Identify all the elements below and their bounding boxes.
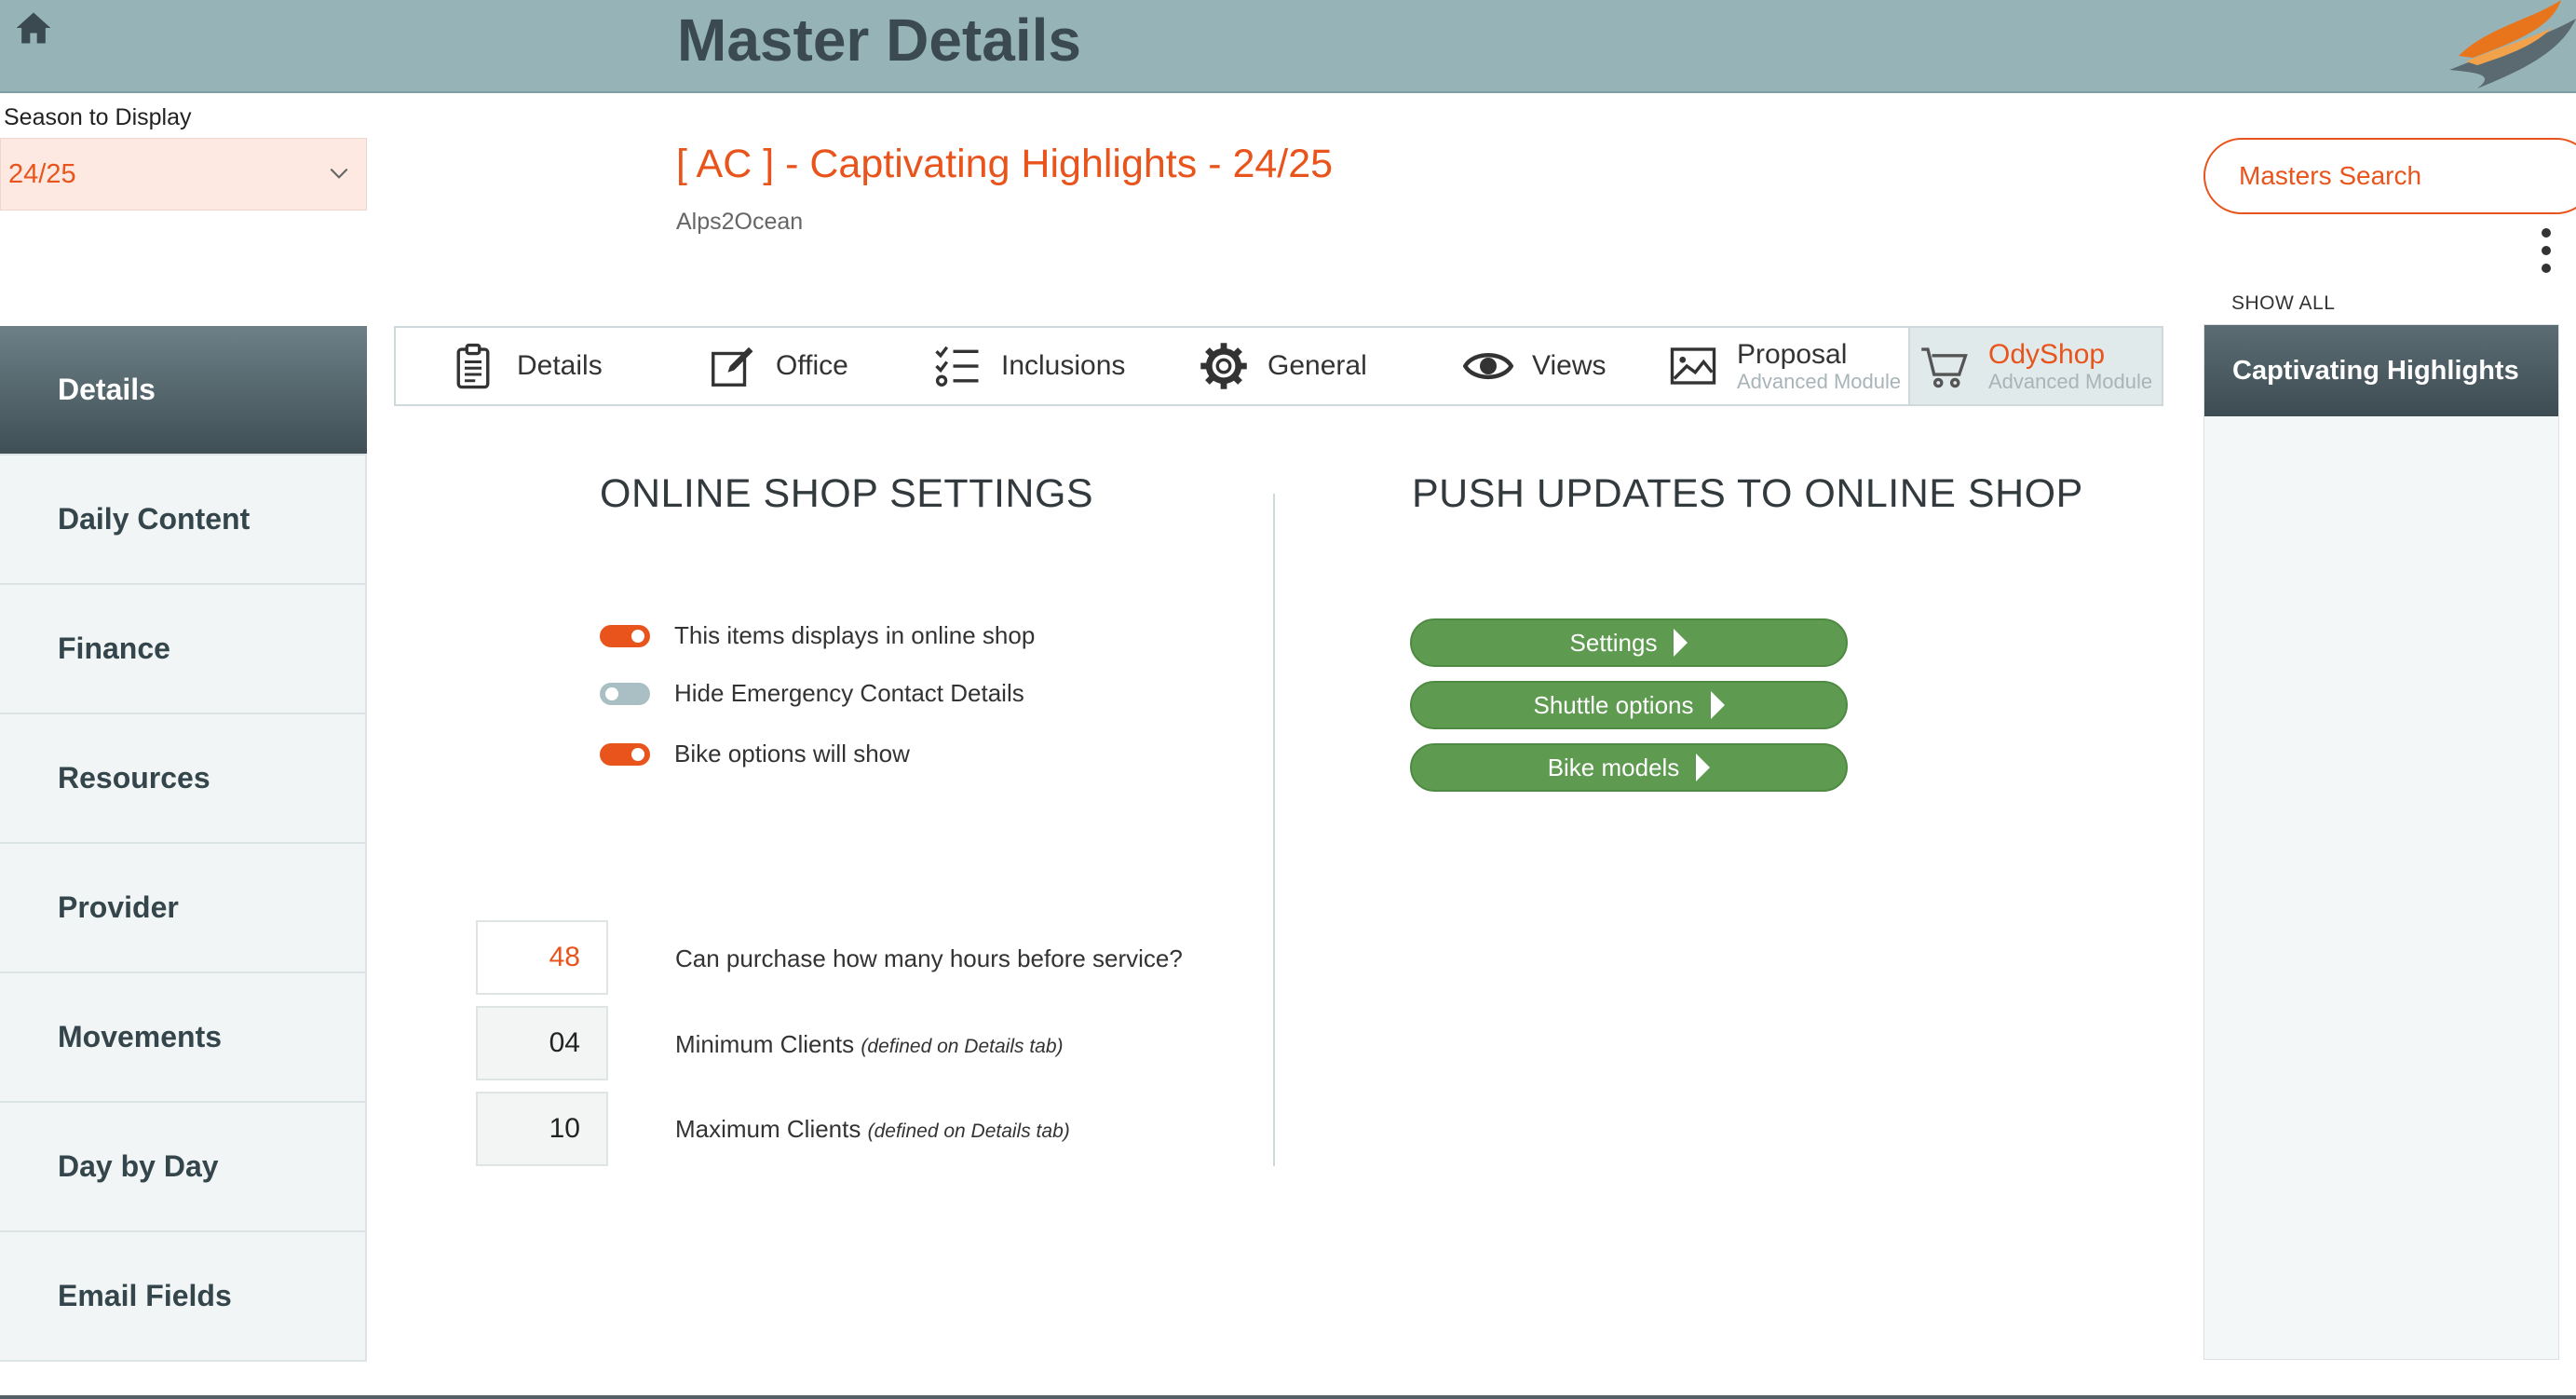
tab-label: Inclusions [1001,350,1126,381]
brand-logo-icon [2449,0,2576,88]
push-bike-models-button[interactable]: Bike models [1410,743,1848,792]
play-arrow-icon [1674,629,1688,657]
season-value: 24/25 [8,158,76,189]
image-icon [1670,347,1716,385]
tab-odyshop[interactable]: OdyShop Advanced Module [1908,328,2162,404]
clipboard-icon [456,343,490,389]
sidebar-item-movements[interactable]: Movements [0,973,367,1103]
toggle-label: This items displays in online shop [674,621,1036,649]
toggle-row-bike-options: Bike options will show [600,740,910,768]
tab-proposal[interactable]: Proposal Advanced Module [1668,328,1901,404]
record-title: [ AC ] - Captivating Highlights - 24/25 [676,142,1334,186]
toggle-row-display-in-shop: This items displays in online shop [600,621,1035,650]
push-shuttle-options-button[interactable]: Shuttle options [1410,681,1848,729]
tab-inclusions[interactable]: Inclusions [932,328,1125,404]
field-label: Maximum Clients [675,1115,861,1143]
masters-list: Captivating Highlights [2203,324,2559,1360]
tab-sublabel: Advanced Module [1737,370,1902,393]
more-options-icon[interactable] [2537,227,2556,274]
tab-sublabel: Advanced Module [1988,370,2153,393]
display-in-shop-toggle[interactable] [600,624,650,647]
push-updates-heading: PUSH UPDATES TO ONLINE SHOP [1412,471,2083,516]
button-label: Bike models [1547,753,1680,781]
tab-bar: Details Office Inclusions General Views … [394,326,2163,406]
minimum-clients-field: 04 [476,1006,608,1080]
play-arrow-icon [1696,754,1711,781]
tab-label: Details [517,350,603,381]
sidebar-nav: Details Daily Content Finance Resources … [0,326,367,1362]
sidebar-item-email-fields[interactable]: Email Fields [0,1232,367,1362]
page-title: Master Details [677,7,1081,74]
sidebar-item-provider[interactable]: Provider [0,844,367,973]
sidebar-item-day-by-day[interactable]: Day by Day [0,1103,367,1232]
button-label: Shuttle options [1533,690,1694,719]
toggle-label: Hide Emergency Contact Details [674,679,1024,707]
season-label: Season to Display [4,104,192,130]
sidebar-item-details[interactable]: Details [0,326,367,455]
field-label: Can purchase how many hours before servi… [675,944,1183,972]
tab-label: OdyShop [1988,339,2106,370]
season-select[interactable]: 24/25 [0,138,367,211]
minimum-clients-label: Minimum Clients (defined on Details tab) [675,1030,1064,1059]
section-divider [1273,494,1275,1166]
toggle-row-hide-emergency: Hide Emergency Contact Details [600,679,1024,708]
edit-icon [712,346,753,387]
tab-label: General [1268,350,1367,381]
home-icon[interactable] [13,7,54,48]
bike-options-toggle[interactable] [600,742,650,766]
checklist-icon [935,346,979,387]
tab-general[interactable]: General [1199,328,1367,404]
gear-icon [1200,343,1247,389]
field-note: (defined on Details tab) [861,1036,1064,1057]
field-label: Minimum Clients [675,1030,855,1058]
play-arrow-icon [1710,691,1725,719]
masters-search-button[interactable]: Masters Search [2203,138,2576,214]
sidebar-item-finance[interactable]: Finance [0,585,367,714]
tab-label: Proposal [1737,339,1848,370]
show-all-link[interactable]: SHOW ALL [2231,292,2335,315]
tab-label: Views [1532,350,1607,381]
sidebar-item-daily-content[interactable]: Daily Content [0,455,367,585]
cart-icon [1921,347,1968,388]
app-header: Master Details [0,0,2576,93]
hide-emergency-contact-toggle[interactable] [600,682,650,705]
purchase-hours-input[interactable]: 48 [476,920,608,995]
masters-list-item[interactable]: Captivating Highlights [2204,325,2558,416]
online-shop-settings-heading: ONLINE SHOP SETTINGS [600,471,1094,516]
tab-views[interactable]: Views [1463,328,1606,404]
chevron-down-icon [330,168,348,179]
button-label: Settings [1569,628,1658,657]
maximum-clients-label: Maximum Clients (defined on Details tab) [675,1115,1070,1144]
sidebar-item-resources[interactable]: Resources [0,714,367,844]
tab-label: Office [776,350,848,381]
toggle-label: Bike options will show [674,740,910,767]
maximum-clients-field: 10 [476,1092,608,1166]
bottom-border [0,1395,2576,1399]
eye-icon [1463,353,1513,379]
tab-office[interactable]: Office [707,328,848,404]
purchase-hours-label: Can purchase how many hours before servi… [675,944,1183,973]
tab-details[interactable]: Details [448,328,603,404]
field-note: (defined on Details tab) [867,1121,1070,1142]
push-settings-button[interactable]: Settings [1410,618,1848,667]
record-subtitle: Alps2Ocean [676,209,804,235]
